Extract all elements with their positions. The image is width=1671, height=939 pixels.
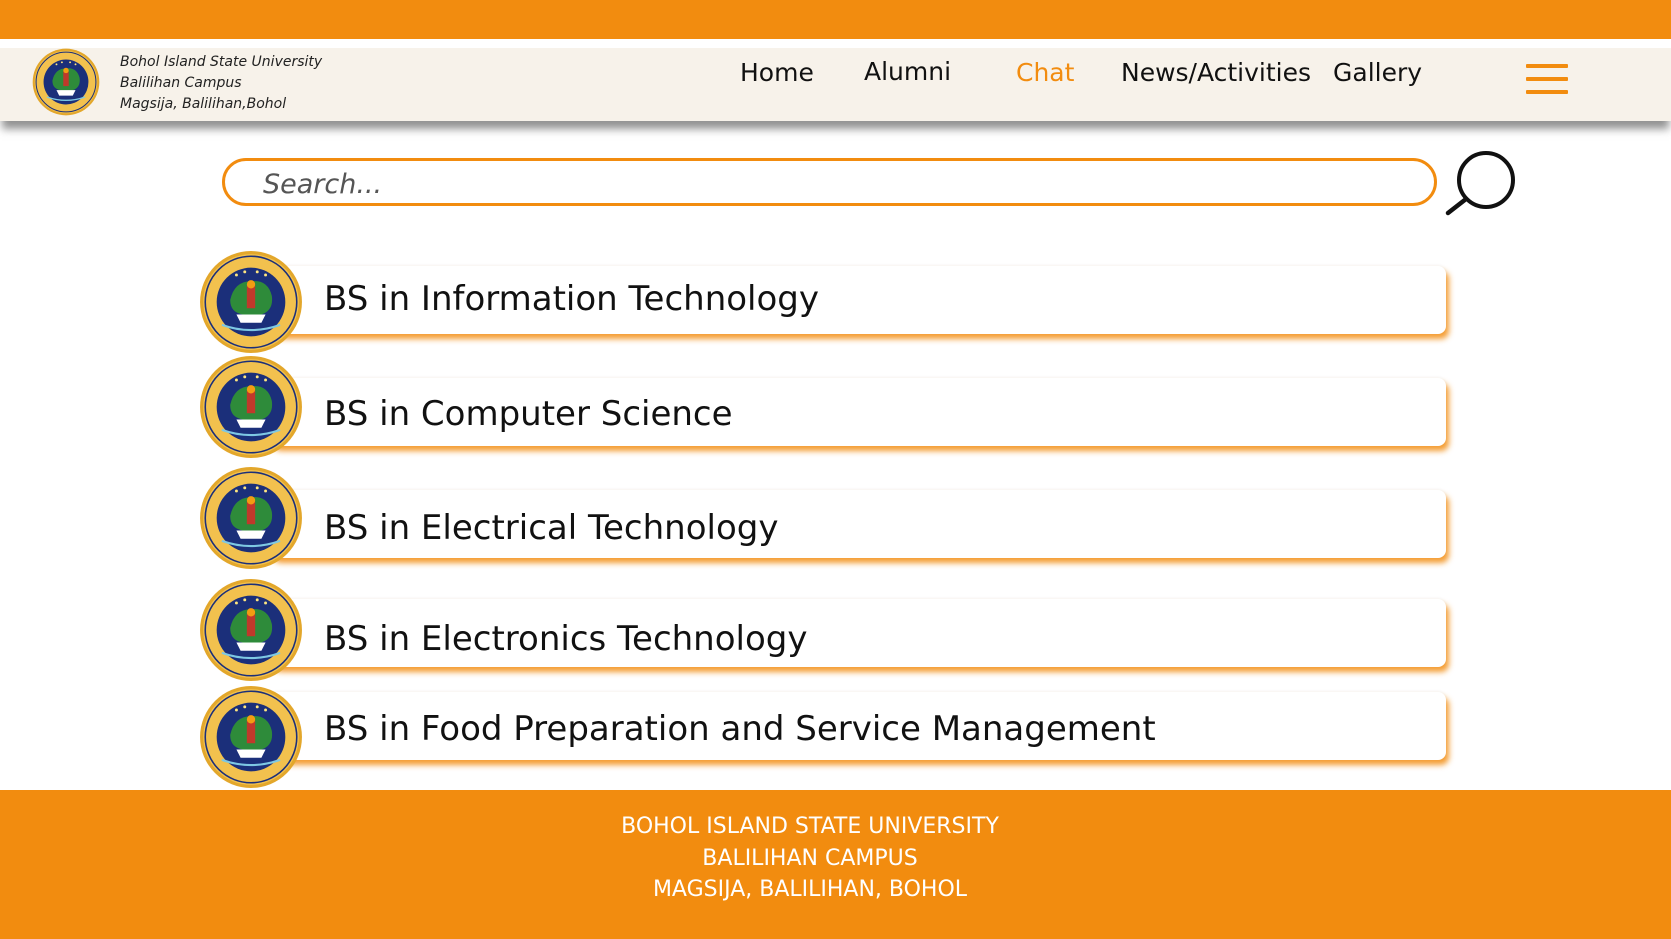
brand-line-university: Bohol Island State University — [120, 54, 323, 70]
nav-chat-link[interactable]: Chat — [1016, 58, 1074, 87]
hamburger-menu-icon[interactable] — [1526, 62, 1568, 98]
university-seal-icon — [199, 466, 303, 570]
course-label: BS in Electrical Technology — [324, 508, 779, 548]
brand-line-campus: Balilihan Campus — [120, 75, 242, 91]
university-seal-icon — [199, 578, 303, 682]
search-bar — [222, 158, 1437, 206]
course-card-food-preparation-service-management[interactable]: BS in Food Preparation and Service Manag… — [270, 692, 1446, 760]
course-label: BS in Food Preparation and Service Manag… — [324, 709, 1156, 749]
brand-text: Bohol Island State University Balilihan … — [120, 52, 322, 115]
course-label: BS in Information Technology — [324, 279, 819, 319]
top-accent-bar — [0, 0, 1671, 39]
footer-address: MAGSIJA, BALILIHAN, BOHOL — [652, 877, 968, 902]
course-card-information-technology[interactable]: BS in Information Technology — [270, 266, 1446, 334]
course-card-computer-science[interactable]: BS in Computer Science — [270, 378, 1446, 446]
search-input[interactable] — [261, 166, 1405, 202]
university-seal-icon — [199, 355, 303, 459]
nav-gallery-link[interactable]: Gallery — [1333, 58, 1422, 87]
university-seal-icon — [199, 250, 303, 354]
brand-line-address: Magsija, Balilihan,Bohol — [120, 96, 287, 112]
course-label: BS in Electronics Technology — [324, 619, 808, 659]
footer-campus-name: BALILIHAN CAMPUS — [702, 846, 918, 871]
course-card-electronics-technology[interactable]: BS in Electronics Technology — [270, 599, 1446, 667]
university-seal-icon[interactable] — [24, 48, 108, 116]
search-icon[interactable] — [1444, 150, 1524, 216]
course-label: BS in Computer Science — [324, 394, 733, 434]
footer: BOHOL ISLAND STATE UNIVERSITY BALILIHAN … — [0, 790, 1671, 939]
course-card-electrical-technology[interactable]: BS in Electrical Technology — [270, 490, 1446, 558]
nav-news-activities-link[interactable]: News/Activities — [1121, 58, 1311, 87]
nav-home-link[interactable]: Home — [740, 58, 814, 87]
nav-alumni-link[interactable]: Alumni — [864, 57, 951, 86]
university-seal-icon — [199, 685, 303, 789]
footer-university-name: BOHOL ISLAND STATE UNIVERSITY — [621, 814, 999, 839]
